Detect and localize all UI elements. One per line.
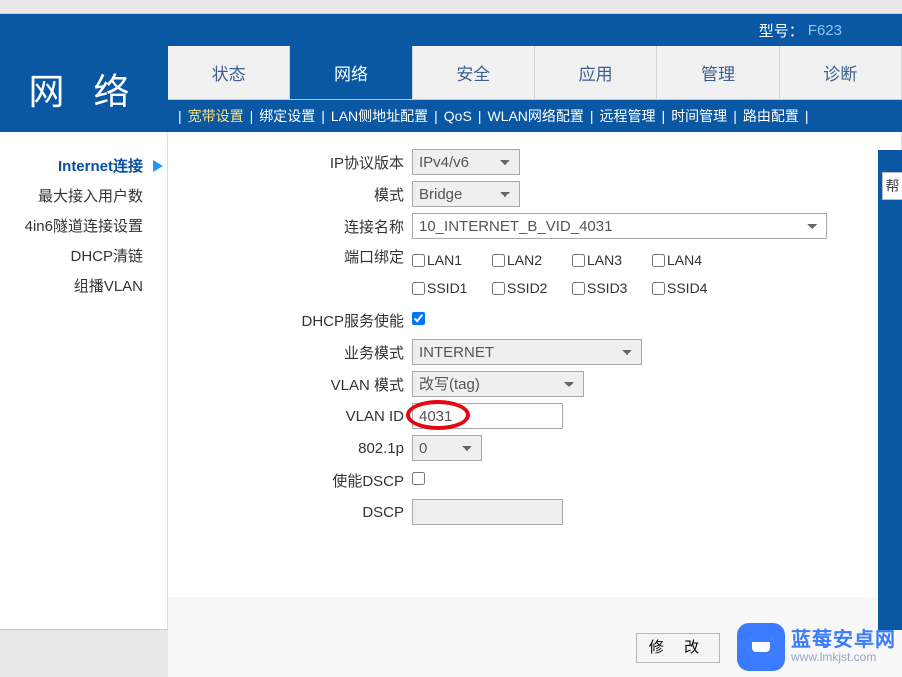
watermark-logo-icon xyxy=(737,623,785,671)
input-dscp xyxy=(412,499,563,525)
sidebar-item-4in6-tunnel[interactable]: 4in6隧道连接设置 xyxy=(0,212,167,242)
port-label: SSID4 xyxy=(667,280,707,296)
select-mode[interactable]: Bridge xyxy=(412,181,520,207)
tab-security[interactable]: 安全 xyxy=(413,46,535,99)
select-vlan-mode[interactable]: 改写(tag) xyxy=(412,371,584,397)
port-label: LAN1 xyxy=(427,252,462,268)
checkbox-dscp-enable[interactable] xyxy=(412,472,425,485)
arrow-right-icon xyxy=(153,160,163,172)
label-vlan-mode: VLAN 模式 xyxy=(168,374,412,395)
checkbox-lan1[interactable] xyxy=(412,254,425,267)
submenu-binding[interactable]: 绑定设置 xyxy=(255,106,319,126)
checkbox-lan2[interactable] xyxy=(492,254,505,267)
port-label: SSID1 xyxy=(427,280,467,296)
submenu-lan-address[interactable]: LAN侧地址配置 xyxy=(327,106,432,126)
help-tab[interactable]: 帮 xyxy=(882,172,902,200)
port-ssid4[interactable]: SSID4 xyxy=(652,274,732,302)
port-ssid1[interactable]: SSID1 xyxy=(412,274,492,302)
port-bind-group: LAN1 LAN2 LAN3 LAN4 SSID1 SSID2 SSID3 SS… xyxy=(412,246,752,302)
watermark-url: www.lmkjst.com xyxy=(791,651,896,664)
sidebar-item-multicast-vlan[interactable]: 组播VLAN xyxy=(0,272,167,302)
port-lan3[interactable]: LAN3 xyxy=(572,246,652,274)
select-biz-mode[interactable]: INTERNET xyxy=(412,339,642,365)
port-ssid2[interactable]: SSID2 xyxy=(492,274,572,302)
label-mode: 模式 xyxy=(168,184,412,205)
label-dscp-enable: 使能DSCP xyxy=(168,470,412,491)
label-biz-mode: 业务模式 xyxy=(168,342,412,363)
sidebar-bottom-strip xyxy=(0,629,168,677)
tab-network[interactable]: 网络 xyxy=(290,46,412,99)
checkbox-lan3[interactable] xyxy=(572,254,585,267)
submenu-wlan[interactable]: WLAN网络配置 xyxy=(483,106,587,126)
model-bar: 型号： F623 xyxy=(0,14,902,46)
checkbox-ssid4[interactable] xyxy=(652,282,665,295)
port-label: SSID2 xyxy=(507,280,547,296)
modify-button[interactable]: 修 改 xyxy=(636,633,720,663)
select-8021p[interactable]: 0 xyxy=(412,435,482,461)
sidebar-item-max-users[interactable]: 最大接入用户数 xyxy=(0,182,167,212)
sidebar: Internet连接 最大接入用户数 4in6隧道连接设置 DHCP清链 组播V… xyxy=(0,132,168,629)
watermark: 蓝莓安卓网 www.lmkjst.com xyxy=(737,623,896,671)
checkbox-ssid3[interactable] xyxy=(572,282,585,295)
label-ip-version: IP协议版本 xyxy=(168,152,412,173)
submenu-route[interactable]: 路由配置 xyxy=(739,106,803,126)
main-tabs: 状态 网络 安全 应用 管理 诊断 xyxy=(168,46,902,100)
label-8021p: 802.1p xyxy=(168,440,412,457)
checkbox-dhcp-enable[interactable] xyxy=(412,312,425,325)
input-vlan-id[interactable] xyxy=(412,403,563,429)
tab-diagnosis[interactable]: 诊断 xyxy=(780,46,902,99)
port-lan1[interactable]: LAN1 xyxy=(412,246,492,274)
logo: 网 络 xyxy=(0,46,168,132)
submenu-broadband[interactable]: 宽带设置 xyxy=(184,106,248,126)
checkbox-ssid1[interactable] xyxy=(412,282,425,295)
submenu-time[interactable]: 时间管理 xyxy=(667,106,731,126)
tab-status[interactable]: 状态 xyxy=(168,46,290,99)
label-conn-name: 连接名称 xyxy=(168,216,412,237)
port-label: SSID3 xyxy=(587,280,627,296)
sub-menu: |宽带设置 |绑定设置 |LAN侧地址配置 |QoS |WLAN网络配置 |远程… xyxy=(168,100,902,132)
label-vlan-id: VLAN ID xyxy=(168,408,412,425)
checkbox-ssid2[interactable] xyxy=(492,282,505,295)
logo-text: 网 络 xyxy=(28,63,139,115)
checkbox-lan4[interactable] xyxy=(652,254,665,267)
submenu-remote[interactable]: 远程管理 xyxy=(596,106,660,126)
watermark-title: 蓝莓安卓网 xyxy=(791,629,896,651)
sidebar-item-internet-connection[interactable]: Internet连接 xyxy=(0,152,167,182)
port-ssid3[interactable]: SSID3 xyxy=(572,274,652,302)
port-label: LAN4 xyxy=(667,252,702,268)
select-ip-version[interactable]: IPv4/v6 xyxy=(412,149,520,175)
select-conn-name[interactable]: 10_INTERNET_B_VID_4031 xyxy=(412,213,827,239)
label-dscp: DSCP xyxy=(168,504,412,521)
form-panel: IP协议版本 IPv4/v6 模式 Bridge 连接名称 10_INTERNE… xyxy=(168,132,902,597)
label-dhcp-enable: DHCP服务使能 xyxy=(168,310,412,331)
tab-management[interactable]: 管理 xyxy=(657,46,779,99)
port-label: LAN2 xyxy=(507,252,542,268)
tab-application[interactable]: 应用 xyxy=(535,46,657,99)
label-port-bind: 端口绑定 xyxy=(168,246,412,267)
sidebar-item-label: Internet连接 xyxy=(58,158,143,175)
right-blue-strip xyxy=(878,150,902,630)
model-value: F623 xyxy=(808,22,842,39)
port-label: LAN3 xyxy=(587,252,622,268)
window-top-strip xyxy=(0,0,902,14)
port-lan4[interactable]: LAN4 xyxy=(652,246,732,274)
submenu-qos[interactable]: QoS xyxy=(440,108,476,124)
port-lan2[interactable]: LAN2 xyxy=(492,246,572,274)
sidebar-item-dhcp-clear[interactable]: DHCP清链 xyxy=(0,242,167,272)
model-label: 型号： xyxy=(759,20,804,41)
